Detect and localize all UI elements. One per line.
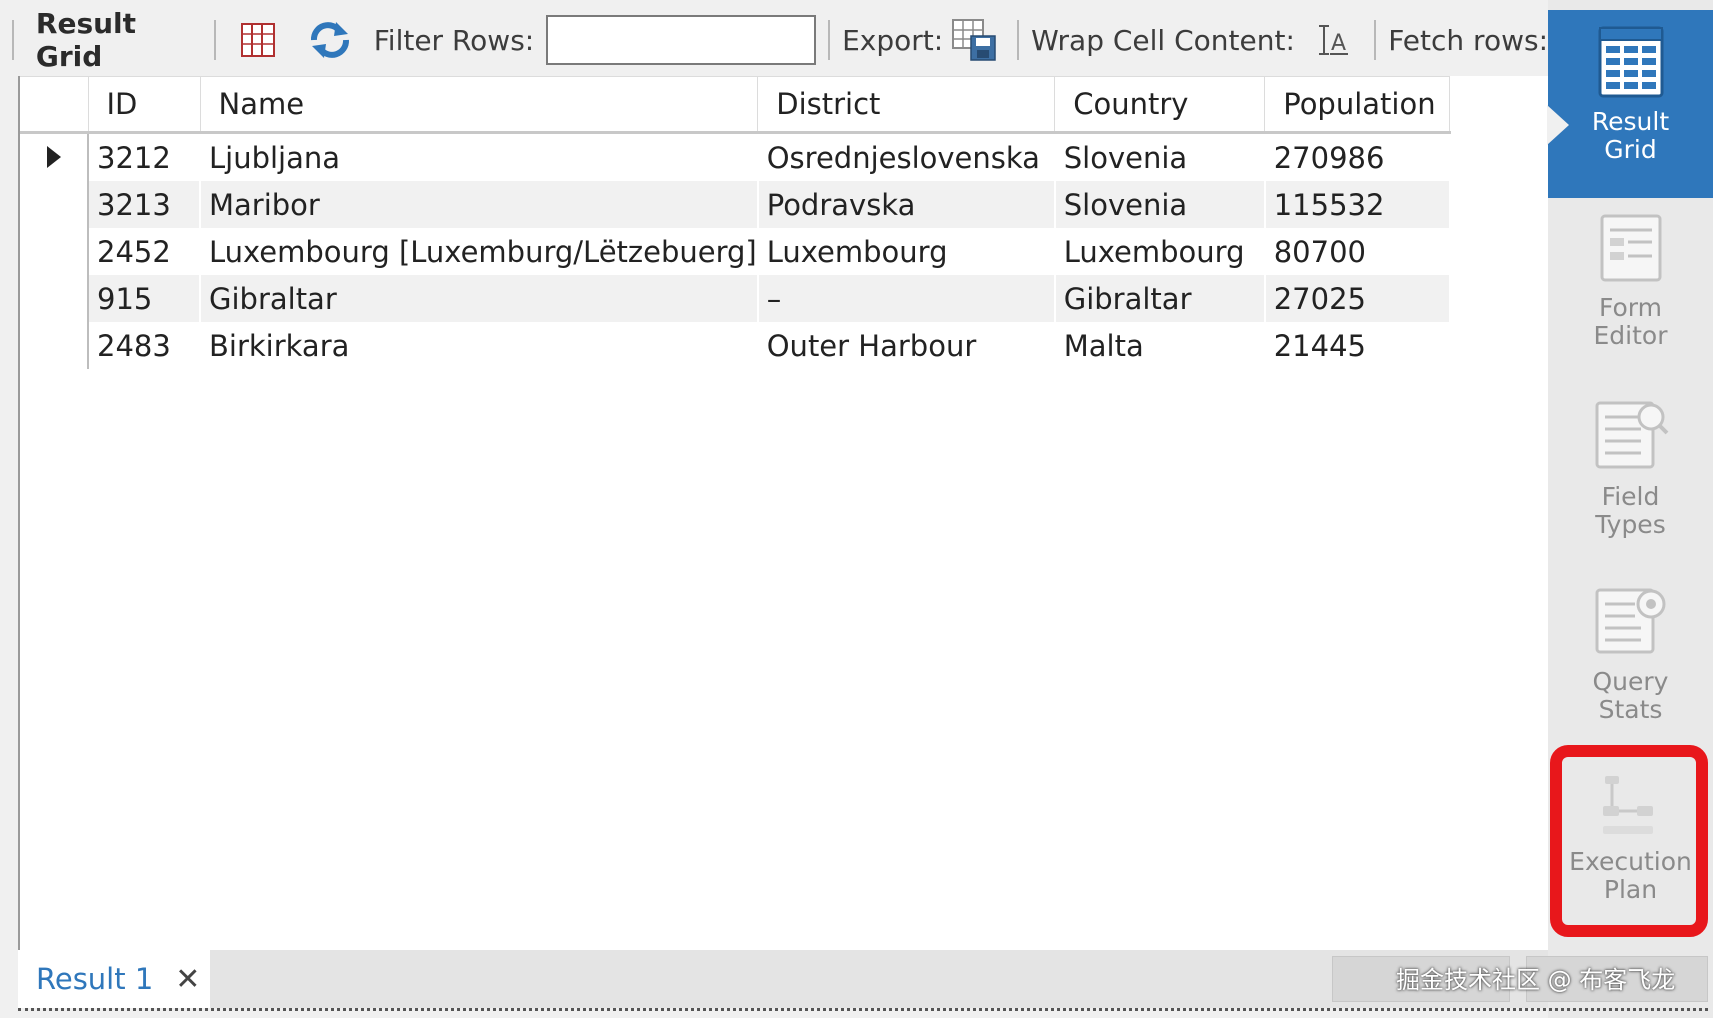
query-stats-view-button[interactable]: Query Stats — [1548, 580, 1713, 740]
table-row[interactable]: 3212 Ljubljana Osrednjeslovenska Sloveni… — [20, 132, 1451, 181]
result-grid-view-button[interactable]: Result Grid — [1547, 10, 1713, 198]
filter-rows-label: Filter Rows: — [373, 23, 535, 57]
toolbar-separator — [1017, 20, 1020, 60]
table-row[interactable]: 2452 Luxembourg [Luxemburg/Lëtzebuerg] L… — [20, 228, 1451, 275]
row-selector[interactable] — [20, 181, 89, 228]
close-tab-icon[interactable]: ✕ — [175, 962, 200, 997]
column-header-district[interactable]: District — [757, 76, 1056, 134]
row-selector[interactable] — [20, 275, 89, 322]
form-editor-view-button[interactable]: Form Editor — [1548, 210, 1713, 370]
cell-district[interactable]: Podravska — [757, 181, 1056, 228]
field-types-view-button[interactable]: Field Types — [1548, 395, 1713, 555]
result-grid-title: Result Grid — [35, 7, 137, 73]
cell-id[interactable]: 2452 — [88, 228, 201, 275]
cell-id[interactable]: 915 — [88, 275, 201, 322]
row-selector[interactable] — [20, 322, 89, 369]
row-selector[interactable] — [20, 228, 89, 275]
cell-population[interactable]: 27025 — [1264, 275, 1451, 322]
export-label: Export: — [842, 23, 944, 57]
export-icon[interactable] — [951, 17, 997, 63]
grid-columns-icon[interactable] — [236, 17, 279, 63]
form-editor-icon — [1600, 214, 1661, 282]
filter-rows-input[interactable] — [546, 15, 817, 65]
column-header-id[interactable]: ID — [88, 76, 201, 134]
column-header-name[interactable]: Name — [200, 76, 759, 134]
table-row[interactable]: 2483 Birkirkara Outer Harbour Malta 2144… — [20, 322, 1451, 369]
cell-id[interactable]: 3212 — [88, 132, 201, 181]
cell-district[interactable]: Luxembourg — [757, 228, 1056, 275]
execution-plan-highlight — [1550, 745, 1708, 937]
toolbar-separator — [214, 20, 217, 60]
table-row[interactable]: 3213 Maribor Podravska Slovenia 115532 — [20, 181, 1451, 228]
row-header-corner — [20, 76, 89, 134]
toolbar-separator — [12, 20, 14, 60]
result-tab[interactable]: Result 1 ✕ — [18, 950, 210, 1008]
cell-id[interactable]: 3213 — [88, 181, 201, 228]
query-stats-icon — [1595, 588, 1665, 654]
query-stats-view-label: Query Stats — [1592, 667, 1669, 724]
result-grid: ID Name District Country Population 3212… — [18, 76, 1550, 950]
toolbar-separator — [1374, 20, 1377, 60]
row-selector[interactable] — [20, 132, 89, 181]
toolbar-separator — [828, 20, 831, 60]
cell-district[interactable]: – — [757, 275, 1056, 322]
cell-district[interactable]: Osrednjeslovenska — [757, 132, 1056, 181]
result-tabs-bar: Result 1 ✕ — [18, 950, 1708, 1008]
table-header-row: ID Name District Country Population — [20, 76, 1451, 134]
result-table: ID Name District Country Population 3212… — [20, 76, 1451, 369]
cell-country[interactable]: Slovenia — [1054, 132, 1266, 181]
form-editor-view-label: Form Editor — [1593, 293, 1668, 350]
refresh-icon[interactable] — [308, 17, 352, 63]
cell-population[interactable]: 80700 — [1264, 228, 1451, 275]
column-header-population[interactable]: Population — [1264, 76, 1451, 134]
result-grid-icon — [1598, 26, 1663, 98]
cell-country[interactable]: Gibraltar — [1054, 275, 1266, 322]
cell-country[interactable]: Slovenia — [1054, 181, 1266, 228]
result-grid-view-label: Result Grid — [1591, 107, 1670, 164]
cell-country[interactable]: Luxembourg — [1054, 228, 1266, 275]
cell-country[interactable]: Malta — [1054, 322, 1266, 369]
column-header-country[interactable]: Country — [1054, 76, 1266, 134]
fetch-rows-label: Fetch rows: — [1388, 23, 1549, 57]
cell-name[interactable]: Birkirkara — [200, 322, 759, 369]
cell-population[interactable]: 115532 — [1264, 181, 1451, 228]
cell-district[interactable]: Outer Harbour — [757, 322, 1056, 369]
field-types-icon — [1595, 401, 1668, 469]
result-toolbar: Result Grid Filter Rows: Export: Wrap Ce… — [0, 0, 1548, 80]
cell-id[interactable]: 2483 — [88, 322, 201, 369]
cell-name[interactable]: Gibraltar — [200, 275, 759, 322]
bottom-border — [18, 1008, 1708, 1017]
wrap-cell-content-label: Wrap Cell Content: — [1031, 23, 1295, 57]
current-row-arrow-icon — [46, 145, 61, 168]
cell-name[interactable]: Maribor — [200, 181, 759, 228]
field-types-view-label: Field Types — [1595, 482, 1666, 539]
table-row[interactable]: 915 Gibraltar – Gibraltar 27025 — [20, 275, 1451, 322]
wrap-text-icon[interactable]: A — [1311, 17, 1354, 63]
watermark: 掘金技术社区 @ 布客飞龙 — [1396, 966, 1676, 994]
active-indicator — [1547, 105, 1569, 145]
cell-population[interactable]: 270986 — [1264, 132, 1451, 181]
cell-name[interactable]: Ljubljana — [200, 132, 759, 181]
svg-text:A: A — [1331, 31, 1346, 56]
cell-population[interactable]: 21445 — [1264, 322, 1451, 369]
result-tab-label: Result 1 — [36, 962, 154, 996]
cell-name[interactable]: Luxembourg [Luxemburg/Lëtzebuerg] — [200, 228, 759, 275]
